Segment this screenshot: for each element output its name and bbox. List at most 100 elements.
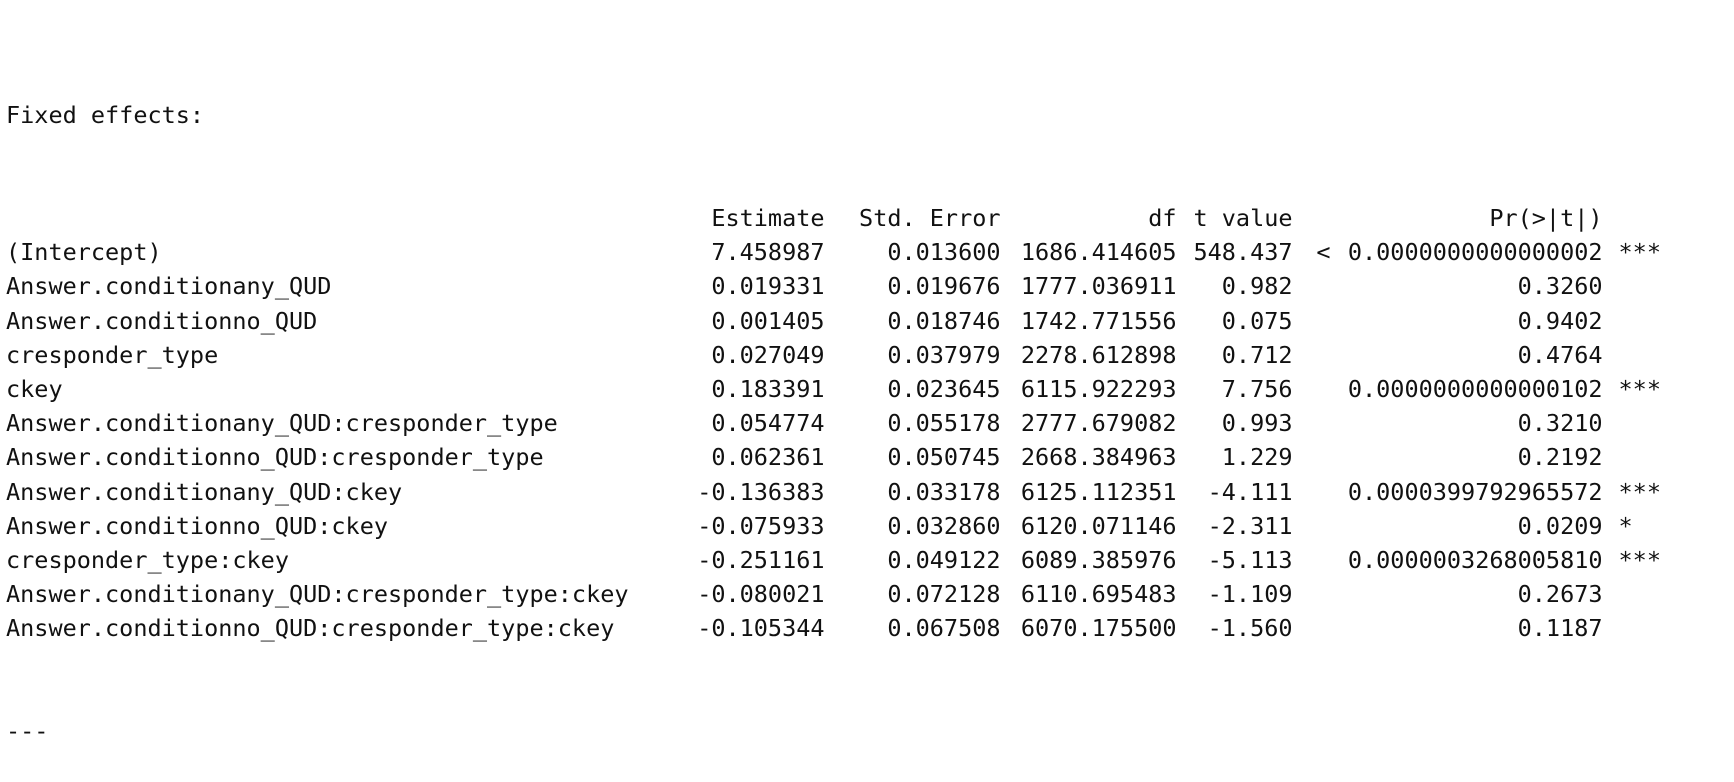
df-cell: 1742.771556 — [1020, 306, 1177, 335]
p-value-cell: 0.2192 — [1517, 443, 1603, 472]
std-error-cell: 0.033178 — [887, 477, 1001, 506]
table-row: Answer.conditionany_QUD 0.019331 0.019676 1… — [6, 269, 1677, 303]
term-name: Answer.conditionno_QUD:ckey — [6, 511, 389, 540]
t-value-cell: -2.311 — [1207, 511, 1293, 540]
header-signif — [1603, 201, 1677, 235]
df-cell: 2278.612898 — [1020, 340, 1177, 369]
table-row: Answer.conditionno_QUD:ckey -0.075933 0.03… — [6, 509, 1677, 543]
p-value-cell: 0.0209 — [1517, 511, 1603, 540]
estimate-cell: 0.054774 — [711, 409, 825, 438]
p-value-cell: 0.0000000000000002 — [1347, 238, 1603, 267]
df-cell: 2777.679082 — [1020, 409, 1177, 438]
term-name: (Intercept) — [6, 238, 162, 267]
term-name: Answer.conditionno_QUD:cresponder_type:c… — [6, 614, 615, 643]
t-value-cell: -1.560 — [1207, 614, 1293, 643]
df-cell: 1686.414605 — [1020, 238, 1177, 267]
std-error-cell: 0.018746 — [887, 306, 1001, 335]
df-cell: 6070.175500 — [1020, 614, 1177, 643]
t-value-cell: 0.075 — [1221, 306, 1293, 335]
table-body: (Intercept) 7.458987 0.013600 1686.414605 54… — [6, 235, 1677, 645]
p-value-cell: 0.0000000000000102 — [1347, 375, 1603, 404]
estimate-cell: 0.027049 — [711, 340, 825, 369]
less-than-cell — [1293, 440, 1331, 474]
estimate-cell: -0.136383 — [697, 477, 825, 506]
less-than-cell — [1293, 406, 1331, 440]
table-row: cresponder_type 0.027049 0.037979 2278.6128… — [6, 338, 1677, 372]
p-value-cell: 0.2673 — [1517, 580, 1603, 609]
header-estimate: Estimate — [711, 204, 825, 232]
p-value-cell: 0.0000399792965572 — [1347, 477, 1603, 506]
p-value-cell: 0.9402 — [1517, 306, 1603, 335]
term-name: Answer.conditionno_QUD — [6, 306, 318, 335]
p-value-cell: 0.0000003268005810 — [1347, 546, 1603, 575]
term-name: ckey — [6, 375, 63, 404]
std-error-cell: 0.050745 — [887, 443, 1001, 472]
significance-cell — [1603, 338, 1677, 372]
table-header-row: Estimate Std. Error df t value Pr(>|t|) — [6, 201, 1677, 235]
estimate-cell: -0.105344 — [697, 614, 825, 643]
table-row: (Intercept) 7.458987 0.013600 1686.414605 54… — [6, 235, 1677, 269]
table-row: Answer.conditionno_QUD:cresponder_type:c… — [6, 611, 1677, 645]
t-value-cell: -5.113 — [1207, 546, 1293, 575]
df-cell: 1777.036911 — [1020, 272, 1177, 301]
df-cell: 6120.071146 — [1020, 511, 1177, 540]
estimate-cell: 0.019331 — [711, 272, 825, 301]
p-value-cell: 0.3210 — [1517, 409, 1603, 438]
t-value-cell: 0.712 — [1221, 340, 1293, 369]
term-name: Answer.conditionany_QUD:ckey — [6, 477, 403, 506]
p-value-cell: 0.1187 — [1517, 614, 1603, 643]
term-name: Answer.conditionno_QUD:cresponder_type — [6, 443, 544, 472]
estimate-cell: 0.062361 — [711, 443, 825, 472]
table-row: Answer.conditionany_QUD:ckey -0.136383 0.0… — [6, 475, 1677, 509]
df-cell: 6110.695483 — [1020, 580, 1177, 609]
significance-cell: *** — [1618, 546, 1661, 575]
term-name: Answer.conditionany_QUD:cresponder_type:… — [6, 580, 629, 609]
less-than-cell — [1293, 543, 1331, 577]
std-error-cell: 0.037979 — [887, 340, 1001, 369]
less-than-cell — [1293, 269, 1331, 303]
t-value-cell: 0.982 — [1221, 272, 1293, 301]
estimate-cell: 0.183391 — [711, 375, 825, 404]
significance-cell: *** — [1618, 477, 1661, 506]
significance-cell — [1603, 269, 1677, 303]
df-cell: 2668.384963 — [1020, 443, 1177, 472]
t-value-cell: -4.111 — [1207, 477, 1293, 506]
header-p-value: Pr(>|t|) — [1489, 204, 1603, 232]
less-than-cell: < — [1316, 238, 1331, 267]
std-error-cell: 0.023645 — [887, 375, 1001, 404]
term-name: cresponder_type:ckey — [6, 546, 289, 575]
p-value-cell: 0.3260 — [1517, 272, 1603, 301]
df-cell: 6115.922293 — [1020, 375, 1177, 404]
df-cell: 6125.112351 — [1020, 477, 1177, 506]
df-cell: 6089.385976 — [1020, 546, 1177, 575]
header-df: df — [1148, 204, 1177, 232]
p-value-cell: 0.4764 — [1517, 340, 1603, 369]
significance-cell — [1603, 611, 1677, 645]
std-error-cell: 0.049122 — [887, 546, 1001, 575]
less-than-cell — [1293, 338, 1331, 372]
std-error-cell: 0.019676 — [887, 272, 1001, 301]
estimate-cell: -0.075933 — [697, 511, 825, 540]
estimate-cell: 0.001405 — [711, 306, 825, 335]
fixed-effects-table: Estimate Std. Error df t value Pr(>|t|) … — [6, 201, 1677, 646]
less-than-cell — [1293, 577, 1331, 611]
std-error-cell: 0.055178 — [887, 409, 1001, 438]
std-error-cell: 0.067508 — [887, 614, 1001, 643]
r-console-output: Fixed effects: Estimate Std. Error df t … — [6, 30, 1677, 782]
less-than-cell — [1293, 304, 1331, 338]
header-t-value: t value — [1193, 204, 1293, 232]
section-heading: Fixed effects: — [6, 101, 205, 130]
header-term — [6, 201, 629, 235]
term-name: Answer.conditionany_QUD — [6, 272, 332, 301]
less-than-cell — [1293, 611, 1331, 645]
t-value-cell: 1.229 — [1221, 443, 1293, 472]
t-value-cell: 548.437 — [1193, 238, 1293, 267]
less-than-cell — [1293, 509, 1331, 543]
significance-cell: *** — [1618, 375, 1661, 404]
significance-cell — [1603, 304, 1677, 338]
table-row: Answer.conditionany_QUD:cresponder_type:… — [6, 577, 1677, 611]
std-error-cell: 0.013600 — [887, 238, 1001, 267]
significance-cell: * — [1618, 511, 1633, 540]
significance-cell — [1603, 577, 1677, 611]
std-error-cell: 0.072128 — [887, 580, 1001, 609]
